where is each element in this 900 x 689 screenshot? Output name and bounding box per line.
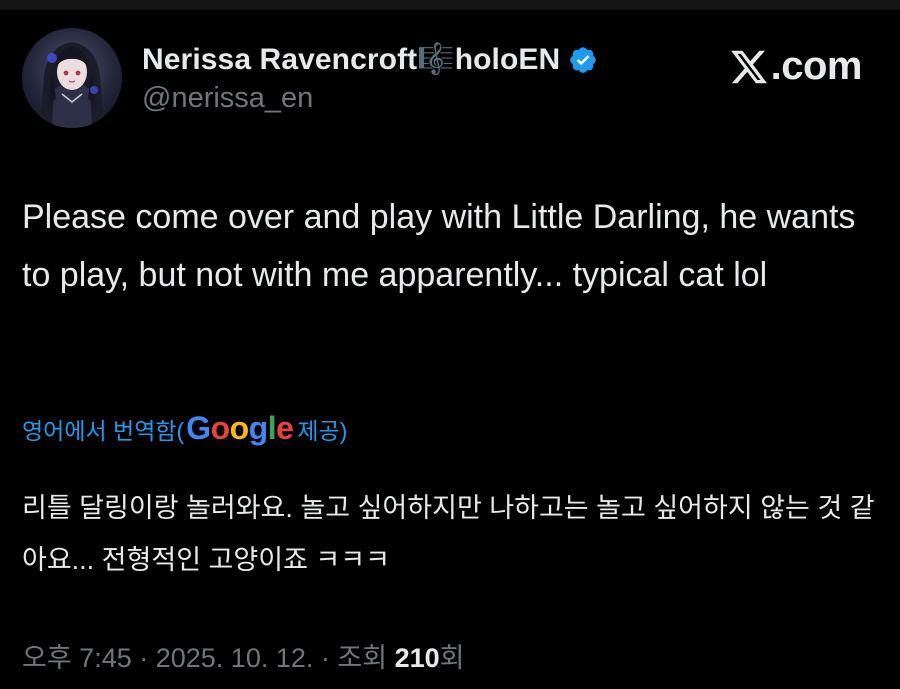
translation-attribution[interactable]: 영어에서 번역함( Google 제공) — [22, 410, 347, 447]
tweet-time[interactable]: 오후 7:45 — [22, 643, 132, 673]
meta-separator: · — [313, 643, 338, 673]
translation-suffix: 제공) — [297, 417, 348, 444]
translation-prefix: 영어에서 번역함( — [22, 417, 185, 444]
author-name-row: Nerissa Ravencroft🎼holoEN — [142, 42, 598, 77]
tweet-date[interactable]: 2025. 10. 12. — [156, 643, 314, 673]
avatar-illustration — [40, 42, 104, 128]
views-suffix: 회 — [439, 643, 465, 673]
meta-separator: · — [131, 643, 156, 673]
author-handle[interactable]: @nerissa_en — [142, 82, 313, 115]
author-display-name[interactable]: Nerissa Ravencroft🎼holoEN — [142, 42, 560, 77]
translated-tweet-text: 리틀 달링이랑 놀러와요. 놀고 싶어하지만 나하고는 놀고 싶어하지 않는 것… — [22, 493, 875, 575]
tweet-header: Nerissa Ravencroft🎼holoEN @nerissa_en .c… — [22, 26, 882, 136]
views-label: 조회 — [337, 643, 395, 673]
verified-badge-icon — [568, 45, 598, 75]
views-count: 210 — [394, 643, 440, 673]
x-brand-watermark: .com — [729, 44, 863, 89]
tweet-metadata: 오후 7:45 · 2025. 10. 12. · 조회 210회 — [22, 636, 464, 675]
google-logo: Google — [186, 410, 294, 446]
brand-domain-suffix: .com — [770, 44, 863, 88]
x-logo-icon — [729, 47, 769, 87]
tweet-body-text: Please come over and play with Little Da… — [22, 198, 856, 294]
profile-avatar[interactable] — [22, 28, 122, 128]
top-edge-strip — [0, 0, 900, 10]
